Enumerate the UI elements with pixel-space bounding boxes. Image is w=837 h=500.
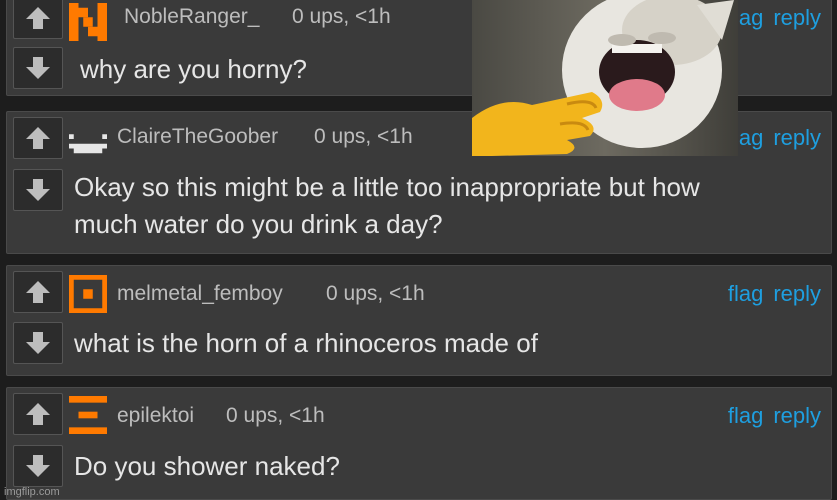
comment-actions: flag reply [718,281,821,307]
reply-link[interactable]: reply [773,5,821,30]
reply-link[interactable]: reply [773,281,821,306]
pixel-avatar-face-icon[interactable] [69,120,107,158]
laughing-cat-illustration [472,0,738,156]
downvote-button[interactable] [13,169,63,211]
comment-text: Do you shower naked? [74,451,340,481]
upvote-button[interactable] [13,117,63,159]
comment-text-line: much water do you drink a day? [74,209,443,239]
upvote-button[interactable] [13,0,63,39]
downvote-button[interactable] [13,445,63,487]
comment-actions: flag reply [718,403,821,429]
comment-meta: 0 ups, <1h [314,125,413,148]
arrow-down-icon [26,455,50,477]
comment: melmetal_femboy 0 ups, <1h flag reply wha… [6,265,832,376]
upvote-button[interactable] [13,271,63,313]
flag-link[interactable]: flag [728,281,763,306]
arrow-down-icon [26,57,50,79]
arrow-up-icon [26,7,50,29]
downvote-button[interactable] [13,322,63,364]
comment-meta: 0 ups, <1h [292,5,391,28]
username[interactable]: NobleRanger_ [124,5,259,29]
pixel-avatar-square-icon[interactable] [69,275,107,313]
username[interactable]: melmetal_femboy [117,282,283,306]
pixel-avatar-n-icon[interactable] [69,3,107,41]
comment-meta: 0 ups, <1h [326,282,425,305]
comment-text: what is the horn of a rhinoceros made of [74,328,538,358]
pixel-avatar-e-icon[interactable] [69,396,107,434]
reply-link[interactable]: reply [773,125,821,150]
imgflip-watermark: imgflip.com [4,486,60,498]
upvote-button[interactable] [13,393,63,435]
laughing-cat-meme-image [472,0,738,156]
downvote-button[interactable] [13,47,63,89]
arrow-down-icon [26,179,50,201]
reply-link[interactable]: reply [773,403,821,428]
flag-link[interactable]: flag [728,403,763,428]
arrow-up-icon [26,403,50,425]
username[interactable]: epilektoi [117,404,194,428]
arrow-down-icon [26,332,50,354]
username[interactable]: ClaireTheGoober [117,125,278,149]
arrow-up-icon [26,281,50,303]
comment-text-line: Okay so this might be a little too inapp… [74,172,700,202]
comment-meta: 0 ups, <1h [226,404,325,427]
arrow-up-icon [26,127,50,149]
comment-text: Okay so this might be a little too inapp… [74,169,811,243]
comment: epilektoi 0 ups, <1h flag reply Do you sh… [6,387,832,500]
